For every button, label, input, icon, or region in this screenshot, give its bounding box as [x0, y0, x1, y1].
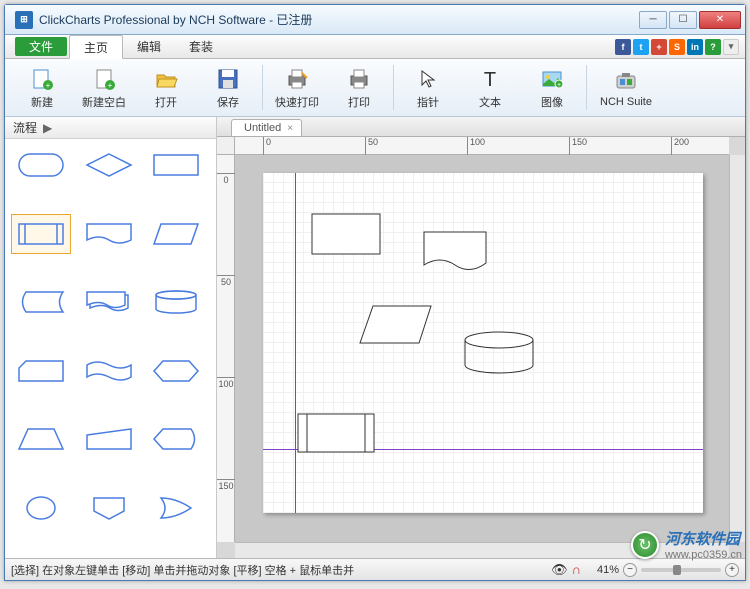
image-icon: +	[539, 66, 565, 92]
canvas-shape-predefined[interactable]	[297, 413, 375, 453]
zoom-out-button[interactable]: −	[623, 563, 637, 577]
image-button[interactable]: + 图像	[521, 61, 583, 114]
zoom-handle[interactable]	[673, 565, 681, 575]
app-icon: ⊞	[15, 11, 33, 29]
canvas-viewport[interactable]	[235, 155, 729, 542]
shape-circle[interactable]	[11, 488, 71, 528]
scrollbar-vertical[interactable]	[729, 155, 745, 542]
main-body: 流程 ▶	[5, 117, 745, 558]
toolbar: + 新建 + 新建空白 打开 保存 快速打印 打印 指针 T	[5, 59, 745, 117]
svg-text:+: +	[46, 81, 51, 90]
shape-tape[interactable]	[79, 351, 139, 391]
app-window: ⊞ ClickCharts Professional by NCH Softwa…	[4, 4, 746, 581]
help-icon[interactable]: ?	[705, 39, 721, 55]
canvas-area: Untitled × 0 50 100 150 200 0 50 100 150	[217, 117, 745, 558]
menu-home[interactable]: 主页	[69, 35, 123, 59]
stumble-icon[interactable]: S	[669, 39, 685, 55]
facebook-icon[interactable]: f	[615, 39, 631, 55]
save-icon	[215, 66, 241, 92]
ruler-vertical[interactable]: 0 50 100 150	[217, 155, 235, 542]
shape-diamond[interactable]	[79, 145, 139, 185]
new-button[interactable]: + 新建	[11, 61, 73, 114]
quickprint-icon	[284, 66, 310, 92]
shape-sidebar: 流程 ▶	[5, 117, 217, 558]
window-controls: ─ ☐ ✕	[639, 11, 741, 29]
newblank-button[interactable]: + 新建空白	[73, 61, 135, 114]
nchsuite-icon	[613, 68, 639, 94]
shape-hexagon[interactable]	[146, 351, 206, 391]
menu-edit[interactable]: 编辑	[123, 35, 175, 58]
google-icon[interactable]: +	[651, 39, 667, 55]
shape-display[interactable]	[146, 419, 206, 459]
text-button[interactable]: T 文本	[459, 61, 521, 114]
document-tabs: Untitled ×	[217, 117, 745, 137]
new-icon: +	[29, 66, 55, 92]
social-icons: f t + S in ? ▾	[615, 35, 745, 58]
zoom-value: 41%	[597, 564, 619, 576]
print-icon	[346, 66, 372, 92]
dropdown-icon[interactable]: ▾	[723, 39, 739, 55]
nchsuite-button[interactable]: NCH Suite	[590, 61, 662, 114]
shape-cylinder[interactable]	[146, 282, 206, 322]
minimize-button[interactable]: ─	[639, 11, 667, 29]
shape-predefined[interactable]	[11, 214, 71, 254]
close-button[interactable]: ✕	[699, 11, 741, 29]
snap-icon[interactable]: ∩	[572, 562, 581, 577]
canvas-page[interactable]	[263, 173, 703, 513]
linkedin-icon[interactable]: in	[687, 39, 703, 55]
svg-text:+: +	[108, 81, 113, 90]
shape-card[interactable]	[11, 351, 71, 391]
ruler-corner	[217, 137, 235, 155]
zoom-in-button[interactable]: +	[725, 563, 739, 577]
shape-trapezoid[interactable]	[11, 419, 71, 459]
visibility-icon[interactable]: 👁	[551, 562, 568, 578]
guide-vertical[interactable]	[295, 173, 296, 513]
shape-or-gate[interactable]	[146, 488, 206, 528]
ruler-horizontal[interactable]: 0 50 100 150 200	[235, 137, 729, 155]
tab-close-icon[interactable]: ×	[287, 123, 293, 134]
shape-stored-data[interactable]	[11, 282, 71, 322]
shape-off-page[interactable]	[79, 488, 139, 528]
window-title: ClickCharts Professional by NCH Software…	[39, 11, 639, 28]
newblank-icon: +	[91, 66, 117, 92]
shape-rectangle[interactable]	[146, 145, 206, 185]
menubar: 文件 主页 编辑 套装 f t + S in ? ▾	[5, 35, 745, 59]
chevron-right-icon: ▶	[43, 121, 52, 135]
open-button[interactable]: 打开	[135, 61, 197, 114]
canvas-shape-rect[interactable]	[311, 213, 381, 255]
menu-suite[interactable]: 套装	[175, 35, 227, 58]
titlebar: ⊞ ClickCharts Professional by NCH Softwa…	[5, 5, 745, 35]
shape-multi-document[interactable]	[79, 282, 139, 322]
shape-rounded-rect[interactable]	[11, 145, 71, 185]
tab-untitled[interactable]: Untitled ×	[231, 119, 302, 136]
menu-file[interactable]: 文件	[15, 37, 67, 56]
statusbar: [选择] 在对象左键单击 [移动] 单击并拖动对象 [平移] 空格 + 鼠标单击…	[5, 558, 745, 580]
zoom-control: − +	[623, 563, 739, 577]
twitter-icon[interactable]: t	[633, 39, 649, 55]
shape-parallelogram[interactable]	[146, 214, 206, 254]
save-button[interactable]: 保存	[197, 61, 259, 114]
pointer-icon	[415, 66, 441, 92]
canvas-shape-document[interactable]	[423, 231, 487, 275]
maximize-button[interactable]: ☐	[669, 11, 697, 29]
open-icon	[153, 66, 179, 92]
svg-text:+: +	[557, 82, 561, 89]
status-text: [选择] 在对象左键单击 [移动] 单击并拖动对象 [平移] 空格 + 鼠标单击…	[11, 562, 547, 578]
text-icon: T	[477, 66, 503, 92]
canvas-shape-cylinder[interactable]	[463, 331, 535, 375]
sidebar-header[interactable]: 流程 ▶	[5, 117, 216, 139]
scrollbar-horizontal[interactable]	[235, 542, 729, 558]
print-button[interactable]: 打印	[328, 61, 390, 114]
shape-document[interactable]	[79, 214, 139, 254]
svg-text:T: T	[484, 69, 496, 91]
canvas-shape-parallelogram[interactable]	[359, 305, 433, 345]
quickprint-button[interactable]: 快速打印	[266, 61, 328, 114]
shape-palette	[5, 139, 216, 558]
shape-manual-input[interactable]	[79, 419, 139, 459]
zoom-slider[interactable]	[641, 568, 721, 572]
pointer-button[interactable]: 指针	[397, 61, 459, 114]
